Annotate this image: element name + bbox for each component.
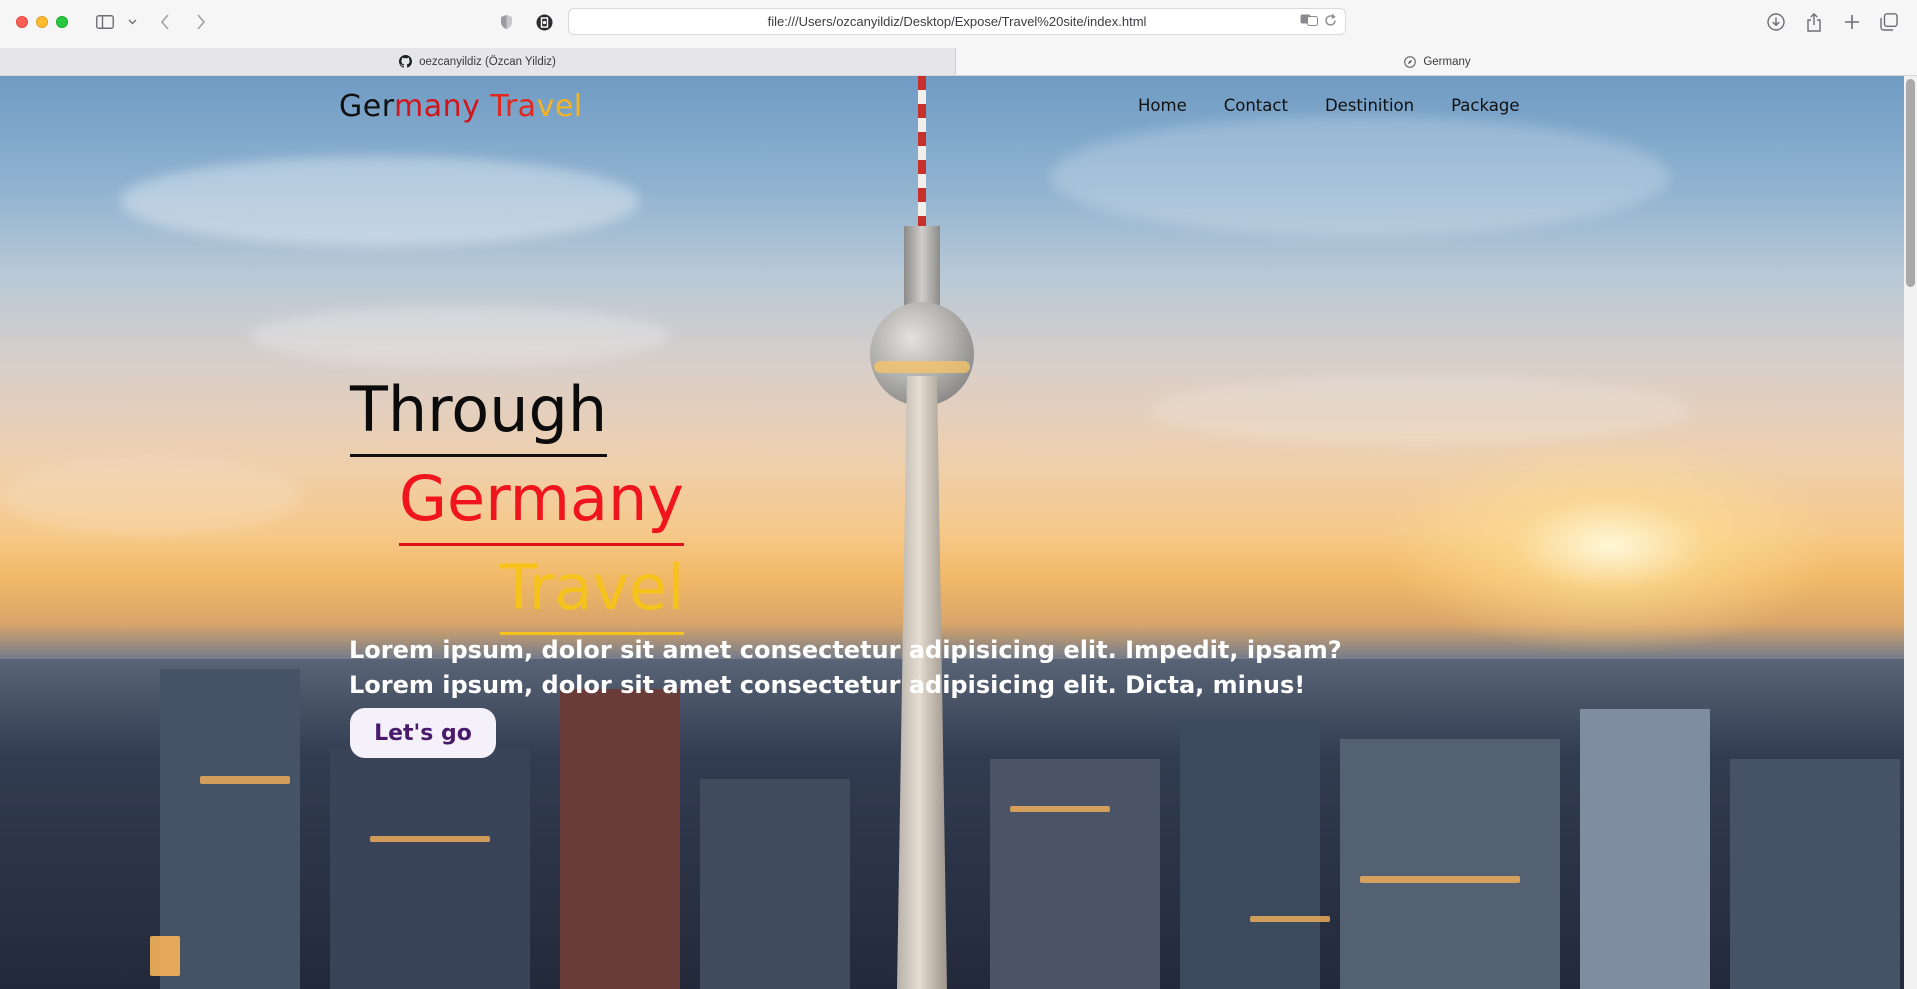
chevron-down-icon[interactable]	[125, 10, 139, 34]
nav-link-contact[interactable]: Contact	[1224, 96, 1288, 115]
minimize-window-button[interactable]	[36, 16, 48, 28]
tab-label: oezcanyildiz (Özcan Yildiz)	[419, 55, 556, 68]
compass-icon	[1403, 56, 1416, 69]
zoom-window-button[interactable]	[56, 16, 68, 28]
tab-label: Germany	[1423, 56, 1471, 68]
extension-icon[interactable]	[534, 10, 554, 34]
logo-part: vel	[536, 89, 583, 124]
hero-heading-travel: Travel	[500, 552, 685, 635]
github-icon	[399, 55, 413, 68]
downloads-icon[interactable]	[1765, 10, 1787, 34]
tab-germany[interactable]: Germany	[957, 48, 1917, 76]
close-window-button[interactable]	[16, 16, 28, 28]
sidebar-toggle-icon[interactable]	[94, 10, 116, 34]
share-icon[interactable]	[1803, 10, 1825, 34]
address-text: file:///Users/ozcanyildiz/Desktop/Expose…	[767, 14, 1147, 29]
tab-bar: oezcanyildiz (Özcan Yildiz) Germany	[0, 45, 1917, 76]
new-tab-plus-icon[interactable]	[1841, 10, 1863, 34]
reload-icon[interactable]	[1324, 13, 1337, 30]
tab-overview-icon[interactable]	[1878, 10, 1900, 34]
hero-heading-through: Through	[350, 374, 608, 457]
browser-toolbar: file:///Users/ozcanyildiz/Desktop/Expose…	[0, 0, 1917, 45]
privacy-shield-icon[interactable]	[498, 10, 514, 34]
nav-link-package[interactable]: Package	[1451, 96, 1519, 115]
page-viewport: Germany Travel Home Contact Destinition …	[0, 76, 1917, 989]
lets-go-button[interactable]: Let's go	[350, 708, 496, 758]
nav-link-destinition[interactable]: Destinition	[1325, 96, 1414, 115]
logo-part: many	[394, 89, 481, 124]
tab-github[interactable]: oezcanyildiz (Özcan Yildiz)	[0, 48, 956, 75]
back-arrow-icon[interactable]	[156, 10, 174, 34]
scrollbar-thumb[interactable]	[1906, 79, 1915, 287]
hero-heading-germany: Germany	[399, 463, 684, 546]
main-nav: Home Contact Destinition Package	[1138, 96, 1520, 115]
hero-background-image	[0, 76, 1904, 989]
address-bar[interactable]: file:///Users/ozcanyildiz/Desktop/Expose…	[568, 8, 1346, 35]
logo-part: Tra	[480, 89, 537, 124]
forward-arrow-icon[interactable]	[192, 10, 210, 34]
nav-link-home[interactable]: Home	[1138, 96, 1187, 115]
logo-part: Ger	[339, 89, 395, 124]
hero-description: Lorem ipsum, dolor sit amet consectetur …	[349, 636, 1342, 699]
site-logo[interactable]: Germany Travel	[339, 89, 583, 124]
translate-icon[interactable]	[1300, 14, 1318, 30]
